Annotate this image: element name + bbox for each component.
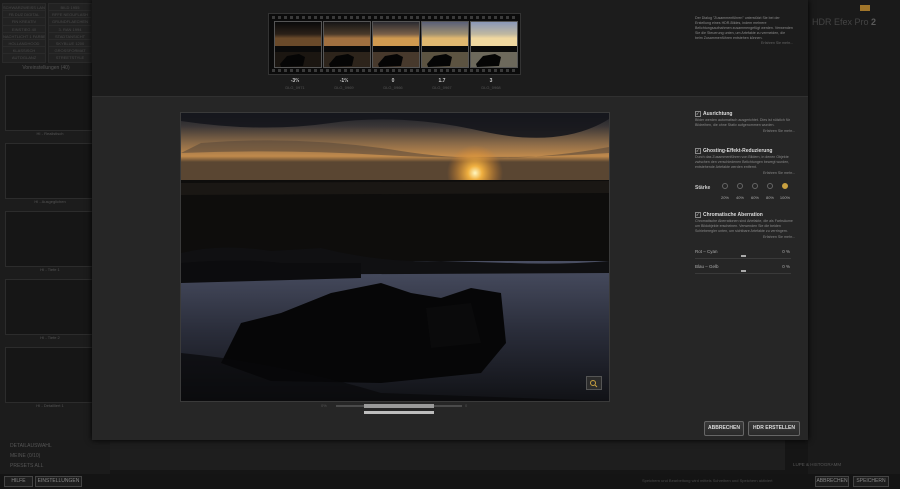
- detail-selection-item[interactable]: DETAILAUSWAHL: [10, 443, 52, 449]
- brand-logo: [860, 5, 870, 11]
- alignment-description: Bilder werden automatisch ausgerichtet. …: [695, 118, 791, 127]
- exposure-value: -1⅔: [339, 78, 349, 84]
- strength-radio-icon[interactable]: [737, 183, 743, 189]
- ghosting-more-link[interactable]: Erfahren Sie mehr...: [695, 171, 795, 176]
- ghosting-checkbox[interactable]: ✓: [695, 148, 701, 154]
- status-save-button[interactable]: SPEICHERN: [853, 476, 889, 487]
- exposure-thumbnail[interactable]: [470, 21, 518, 68]
- strength-option-label: 80%: [765, 195, 774, 200]
- exposure-filename: DLG_0966: [383, 85, 403, 90]
- strength-label: Stärke: [695, 185, 711, 191]
- blue-yellow-knob[interactable]: [741, 270, 746, 272]
- strength-option[interactable]: 20%: [717, 183, 733, 200]
- preset-thumbnail[interactable]: [5, 75, 93, 131]
- blue-yellow-value: 0 %: [782, 264, 790, 269]
- preset-label: HI - Realistisch: [36, 131, 64, 136]
- product-title: HDR Efex Pro 2: [812, 17, 877, 27]
- exposure-thumbnail[interactable]: [323, 21, 371, 68]
- alignment-title: Ausrichtung: [703, 111, 733, 117]
- chromatic-title: Chromatische Aberration: [703, 212, 763, 218]
- red-cyan-track[interactable]: [695, 258, 791, 259]
- exposure-thumbnail[interactable]: [421, 21, 469, 68]
- exposure-filename: DLG_0968: [481, 85, 501, 90]
- preset-label: HI - Ausgeglichen: [34, 199, 66, 204]
- exposure-filename: DLG_0971: [285, 85, 305, 90]
- chromatic-more-link[interactable]: Erfahren Sie mehr...: [695, 235, 795, 240]
- strength-option-label: 20%: [720, 195, 729, 200]
- dialog-header: -3⅔ DLG_0971 -1⅔ DLG_0969 0 DLG_0966 1.7 DLG_09…: [92, 0, 808, 97]
- preset-thumbnail[interactable]: [5, 279, 93, 335]
- sunset-landscape-image: [181, 113, 609, 401]
- ghosting-title: Ghosting-Effekt-Reduzierung: [703, 148, 773, 154]
- alignment-checkbox[interactable]: ✓: [695, 111, 701, 117]
- exposure-value: 3: [489, 78, 493, 84]
- blue-yellow-track[interactable]: [695, 273, 791, 274]
- merge-dialog: -3⅔ DLG_0971 -1⅔ DLG_0969 0 DLG_0966 1.7 DLG_09…: [92, 0, 808, 440]
- my-presets-item[interactable]: MEINE (0/10): [10, 453, 40, 459]
- zoom-min-label: 0%: [321, 403, 327, 408]
- create-hdr-button[interactable]: HDR ERSTELLEN: [748, 421, 800, 436]
- red-cyan-knob[interactable]: [741, 255, 746, 257]
- strength-option[interactable]: 40%: [732, 183, 748, 200]
- film-sprockets: [272, 16, 517, 19]
- dialog-cancel-button[interactable]: ABBRECHEN: [704, 421, 744, 436]
- ghosting-section: ✓ Ghosting-Effekt-Reduzierung Durch das Z…: [695, 148, 795, 176]
- exposure-value: -3⅔: [290, 78, 300, 84]
- background-right-panel: [808, 0, 900, 489]
- zoom-icon[interactable]: [586, 376, 602, 390]
- exposure-filename: DLG_0969: [334, 85, 354, 90]
- exposure-value: 1.7: [438, 78, 446, 84]
- filmstrip: [268, 13, 521, 75]
- strength-radio-icon[interactable]: [767, 183, 773, 189]
- status-cancel-button[interactable]: ABBRECHEN: [815, 476, 849, 487]
- red-cyan-value: 0 %: [782, 249, 790, 254]
- lupe-histogram-label[interactable]: LUPE & HISTOGRAMM: [793, 462, 841, 467]
- presets-header: Voreinstellungen (40): [22, 65, 70, 71]
- background-left-panel: Voreinstellungen (40) SCHWARZWEISS LANDS…: [0, 0, 93, 440]
- ghosting-description: Durch das Zusammenführen von Bildern, in…: [695, 155, 790, 169]
- help-button[interactable]: HILFE: [4, 476, 33, 487]
- alignment-section: ✓ Ausrichtung Bilder werden automatisch a…: [695, 111, 795, 134]
- zoom-max-label: 0: [465, 403, 468, 408]
- exposure-thumbnail[interactable]: [372, 21, 420, 68]
- settings-button[interactable]: EINSTELLUNGEN: [35, 476, 82, 487]
- dialog-info: Der Dialog "Zusammenführen" unterstützt …: [695, 16, 793, 46]
- red-cyan-label: Rot – Cyan: [695, 249, 718, 254]
- chromatic-description: Chromatische Aberrationen sind Artefakte…: [695, 219, 793, 233]
- status-message: Speichern und Bearbeitung wird mittels S…: [642, 478, 773, 483]
- chromatic-section: ✓ Chromatische Aberration Chromatische Ab…: [695, 212, 795, 240]
- preset-thumbnail[interactable]: [5, 347, 93, 403]
- strength-radio-icon[interactable]: [722, 183, 728, 189]
- zoom-slider-range[interactable]: [364, 404, 434, 408]
- hdr-preview-image[interactable]: [180, 112, 610, 402]
- strength-option-label: 40%: [735, 195, 744, 200]
- background-bottom-left: DETAILAUSWAHL MEINE (0/10) PRESETS ALL: [0, 440, 110, 475]
- film-sprockets: [272, 69, 517, 72]
- alignment-more-link[interactable]: Erfahren Sie mehr...: [695, 129, 795, 134]
- strength-option[interactable]: 80%: [762, 183, 778, 200]
- chromatic-checkbox[interactable]: ✓: [695, 212, 701, 218]
- strength-radio-icon[interactable]: [752, 183, 758, 189]
- zoom-progress-bar: [364, 411, 434, 414]
- background-preset-tag[interactable]: STREETSTYLE: [48, 53, 92, 64]
- info-more-link[interactable]: Erfahren Sie mehr...: [695, 41, 793, 46]
- strength-radio-icon[interactable]: [782, 183, 788, 189]
- background-preset-tag[interactable]: AUTOGLANZ: [2, 53, 46, 64]
- preset-thumbnail[interactable]: [5, 211, 93, 267]
- blue-yellow-label: Blau – Gelb: [695, 264, 719, 269]
- strength-option-label: 100%: [779, 195, 791, 200]
- strength-option[interactable]: 100%: [777, 183, 793, 200]
- preset-label: HI - Tiefe 1: [40, 267, 60, 272]
- exposure-value: 0: [391, 78, 395, 84]
- strength-option[interactable]: 60%: [747, 183, 763, 200]
- presets-all-item[interactable]: PRESETS ALL: [10, 463, 43, 469]
- preset-label: HI - Detailliert 1: [36, 403, 64, 408]
- strength-option-label: 60%: [750, 195, 759, 200]
- exposure-filename: DLG_0967: [432, 85, 452, 90]
- background-center-strip: [110, 440, 785, 470]
- preset-thumbnail[interactable]: [5, 143, 93, 199]
- exposure-thumbnail[interactable]: [274, 21, 322, 68]
- preset-label: HI - Tiefe 2: [40, 335, 60, 340]
